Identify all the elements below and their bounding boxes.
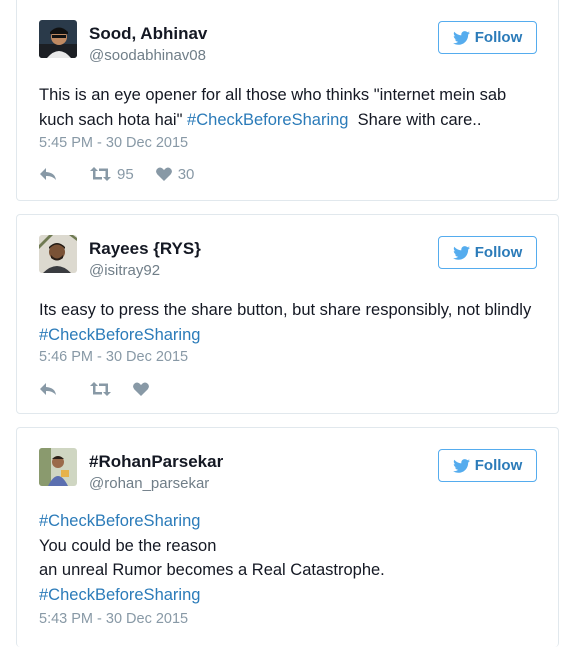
reply-icon	[40, 168, 56, 180]
tweet-actions	[39, 379, 171, 399]
twitter-bird-icon	[452, 245, 470, 260]
author-handle[interactable]: @isitray92	[89, 262, 160, 279]
timestamp[interactable]: 5:43 PM - 30 Dec 2015	[39, 611, 188, 627]
retweet-button[interactable]: 95	[90, 166, 134, 183]
retweet-icon	[90, 167, 111, 181]
tweet-actions: 95 30	[39, 164, 216, 184]
reply-icon	[40, 383, 56, 395]
heart-icon	[133, 382, 149, 396]
like-button[interactable]	[133, 382, 149, 396]
hashtag-link[interactable]: #CheckBeforeSharing	[39, 583, 544, 608]
heart-icon	[155, 167, 172, 181]
hashtag-link[interactable]: #CheckBeforeSharing	[187, 111, 348, 129]
author-handle[interactable]: @soodabhinav08	[89, 47, 206, 64]
follow-button[interactable]: Follow	[438, 449, 537, 482]
like-count: 30	[177, 165, 195, 183]
follow-label: Follow	[474, 29, 523, 46]
avatar[interactable]	[39, 235, 77, 273]
tweet-text: Its easy to press the share button, but …	[39, 298, 544, 348]
follow-label: Follow	[474, 244, 523, 261]
twitter-bird-icon	[452, 458, 470, 473]
tweet-text-line: You could be the reason	[39, 536, 217, 555]
tweet-text-line: an unreal Rumor becomes a Real Catastrop…	[39, 561, 385, 579]
tweet-card: #RohanParsekar @rohan_parsekar Follow #C…	[16, 427, 559, 647]
timestamp[interactable]: 5:45 PM - 30 Dec 2015	[39, 135, 188, 151]
reply-button[interactable]	[39, 167, 58, 181]
author-name[interactable]: Rayees {RYS}	[89, 239, 201, 259]
hashtag-link[interactable]: #CheckBeforeSharing	[39, 326, 200, 344]
twitter-bird-icon	[452, 30, 470, 45]
tweet-card: Sood, Abhinav @soodabhinav08 Follow This…	[16, 0, 559, 201]
retweet-button[interactable]	[90, 382, 111, 396]
retweet-icon	[90, 382, 111, 396]
tweet-card: Rayees {RYS} @isitray92 Follow Its easy …	[16, 214, 559, 414]
timestamp[interactable]: 5:46 PM - 30 Dec 2015	[39, 349, 188, 365]
follow-label: Follow	[474, 457, 523, 474]
follow-button[interactable]: Follow	[438, 21, 537, 54]
retweet-count: 95	[117, 165, 134, 183]
hashtag-link[interactable]: #CheckBeforeSharing	[39, 509, 544, 534]
tweet-text: #CheckBeforeSharing You could be the rea…	[39, 509, 544, 607]
avatar[interactable]	[39, 448, 77, 486]
follow-button[interactable]: Follow	[438, 236, 537, 269]
author-name[interactable]: #RohanParsekar	[89, 452, 223, 472]
author-handle[interactable]: @rohan_parsekar	[89, 475, 209, 492]
avatar[interactable]	[39, 20, 77, 58]
reply-button[interactable]	[39, 382, 58, 396]
author-name[interactable]: Sood, Abhinav	[89, 24, 207, 44]
tweet-text-part: Its easy to press the share button, but …	[39, 301, 532, 319]
tweet-text: This is an eye opener for all those who …	[39, 83, 544, 133]
tweet-text-part: Share with care..	[348, 111, 482, 129]
like-button[interactable]: 30	[155, 165, 195, 183]
